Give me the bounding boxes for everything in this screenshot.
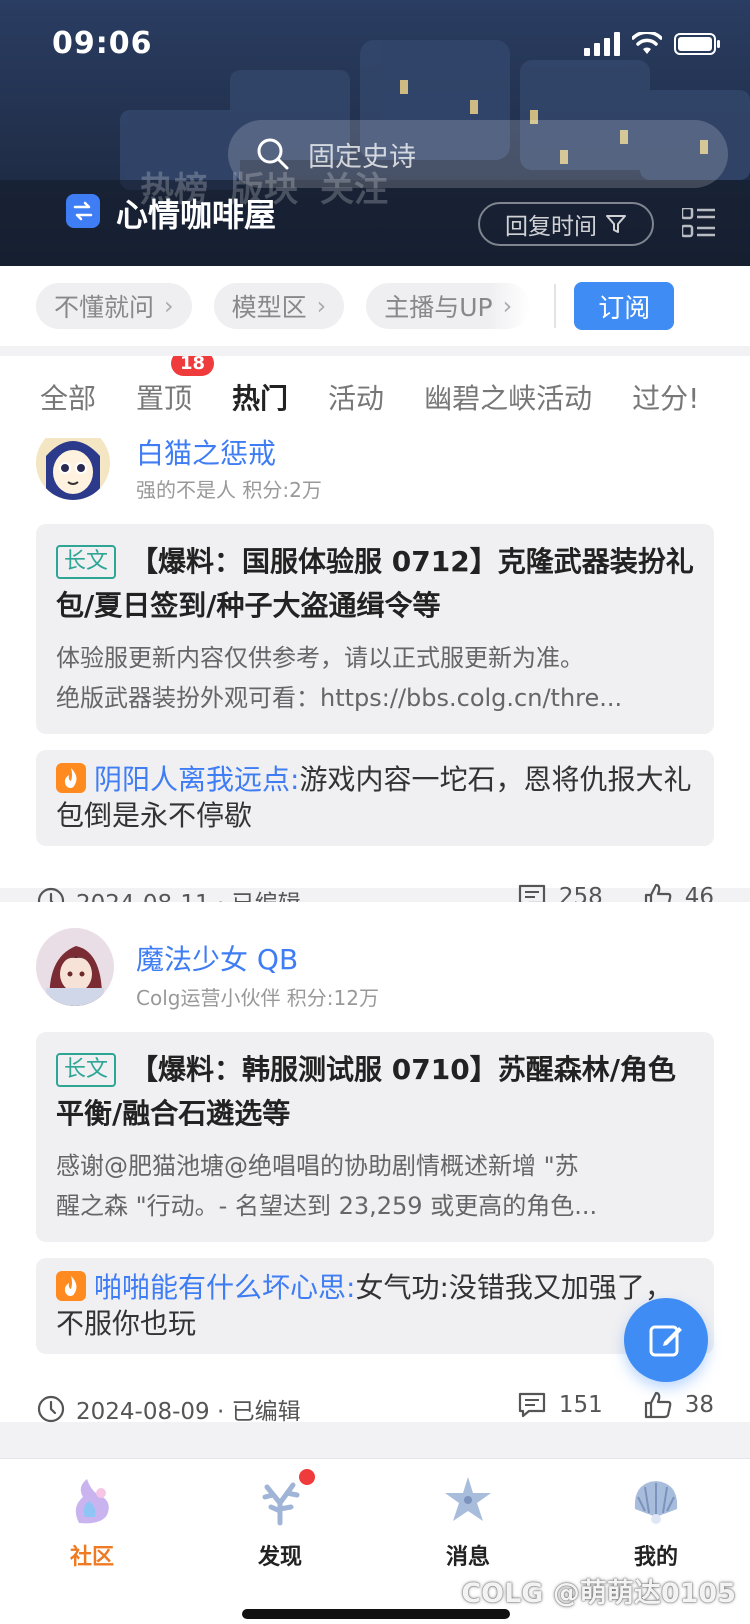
tab-all[interactable]: 全部 — [40, 377, 96, 417]
post-summary: 体验服更新内容仅供参考，请以正式服更新为准。 绝版武器装扮外观可看：https:… — [56, 638, 694, 718]
avatar[interactable] — [36, 928, 114, 1006]
nav-label: 消息 — [445, 1545, 490, 1570]
status-time: 09:06 — [52, 26, 153, 61]
chevron-right-icon: › — [316, 292, 327, 320]
avatar[interactable] — [36, 438, 110, 500]
post-title-text: 【爆料：韩服测试服 0710】苏醒森林/角色平衡/融合石遴选等 — [56, 1053, 676, 1130]
community-icon — [65, 1473, 119, 1527]
post-date: 2024-08-09 · 已编辑 — [76, 1399, 301, 1425]
hot-comment-user[interactable]: 阴阳人离我远点: — [94, 763, 299, 796]
forum-name[interactable]: 心情咖啡屋 — [116, 190, 276, 236]
shell-icon — [629, 1473, 683, 1527]
nav-discover[interactable]: 发现 — [220, 1469, 340, 1571]
chip-label: 模型区 — [231, 293, 307, 322]
post-author: 魔法少女 QB Colg运营小伙伴 积分:12万 — [36, 902, 714, 1010]
post-summary: 感谢@肥猫池塘@绝唱唱的协助剧情概述新增 "苏 醒之森 "行动。- 名望达到 2… — [56, 1146, 694, 1226]
author-title-points: Colg运营小伙伴 积分:12万 — [136, 986, 379, 1010]
author-title-points: 强的不是人 积分:2万 — [136, 478, 322, 502]
post-content[interactable]: 长文 【爆料：国服体验服 0712】克隆武器装扮礼包/夏日签到/种子大盗通缉令等 … — [36, 524, 714, 734]
post-summary-line: 绝版武器装扮外观可看：https://bbs.colg.cn/thre... — [56, 684, 623, 712]
like-button[interactable]: 38 — [643, 1390, 714, 1420]
post-author: 白猫之惩戒 强的不是人 积分:2万 — [36, 438, 714, 502]
comment-icon — [518, 1392, 545, 1418]
tab-pinned[interactable]: 置顶 18 — [136, 356, 215, 417]
forum-header: 09:06 热榜 版块 关注 固定史诗 心情咖啡屋 回复时间 — [0, 0, 750, 266]
status-icons — [584, 32, 722, 56]
tab-label: 置顶 — [136, 382, 193, 415]
switch-forum-icon[interactable] — [66, 194, 100, 228]
post-meta: 2024-08-09 · 已编辑 151 38 — [36, 1368, 714, 1448]
nav-community[interactable]: 社区 — [32, 1473, 152, 1571]
tab-hot[interactable]: 热门 — [232, 377, 288, 417]
hot-comment[interactable]: 啪啪能有什么坏心思:女气功:没错我又加强了，不服你也玩 — [36, 1258, 714, 1354]
comment-count-button[interactable]: 151 — [517, 1391, 603, 1419]
chip-label: 不懂就问 — [54, 293, 155, 322]
chip-label: 主播与UP — [384, 293, 493, 322]
home-indicator[interactable] — [242, 1609, 510, 1619]
post-title: 长文 【爆料：国服体验服 0712】克隆武器装扮礼包/夏日签到/种子大盗通缉令等 — [56, 540, 694, 628]
post-content[interactable]: 长文 【爆料：韩服测试服 0710】苏醒森林/角色平衡/融合石遴选等 感谢@肥猫池… — [36, 1032, 714, 1242]
chevron-right-icon: › — [502, 292, 513, 320]
post-title: 长文 【爆料：韩服测试服 0710】苏醒森林/角色平衡/融合石遴选等 — [56, 1048, 694, 1136]
hot-comment-user[interactable]: 啪啪能有什么坏心思: — [94, 1271, 355, 1304]
search-icon — [257, 138, 289, 170]
clock-icon — [37, 1395, 65, 1423]
tab-excessive[interactable]: 过分! — [632, 377, 699, 417]
signal-icon — [584, 32, 620, 56]
chip-models[interactable]: 模型区 › — [213, 283, 345, 329]
sort-filter-button[interactable]: 回复时间 — [478, 202, 654, 246]
subscribe-button[interactable]: 订阅 — [574, 282, 675, 330]
nav-label: 我的 — [633, 1545, 678, 1570]
search-input[interactable]: 固定史诗 — [228, 120, 728, 188]
edit-icon — [649, 1325, 682, 1357]
chip-streamers[interactable]: 主播与UP › — [366, 283, 531, 329]
nav-label: 发现 — [257, 1545, 302, 1570]
battery-icon — [674, 33, 720, 55]
author-name[interactable]: 魔法少女 QB — [136, 938, 298, 978]
post-filter-tabs: 全部 置顶 18 热门 活动 幽碧之峡活动 过分! — [0, 356, 750, 438]
bottom-navigation: 社区 发现 消息 我的 COLG @萌萌达0105 — [0, 1458, 750, 1624]
chip-ask[interactable]: 不懂就问 › — [36, 283, 192, 329]
nav-profile[interactable]: 我的 — [596, 1473, 716, 1571]
fire-icon — [56, 763, 86, 793]
like-count: 38 — [684, 1392, 714, 1418]
filter-icon — [606, 215, 626, 233]
compose-post-button[interactable] — [624, 1298, 708, 1382]
author-name[interactable]: 白猫之惩戒 — [136, 438, 276, 472]
notification-dot — [299, 1469, 315, 1485]
post-summary-line: 醒之森 "行动。- 名望达到 23,259 或更高的角色... — [56, 1192, 598, 1220]
tab-events[interactable]: 活动 — [328, 377, 384, 417]
starfish-icon — [441, 1473, 495, 1527]
category-chips-bar: 不懂就问 › 模型区 › 主播与UP › 订阅 — [0, 266, 750, 346]
comment-count: 151 — [558, 1392, 603, 1418]
watermark: COLG @萌萌达0105 — [461, 1578, 736, 1609]
nav-label: 社区 — [69, 1545, 114, 1570]
long-article-tag: 长文 — [56, 1053, 117, 1087]
divider — [554, 284, 557, 328]
nav-messages[interactable]: 消息 — [408, 1473, 528, 1571]
search-placeholder: 固定史诗 — [308, 141, 416, 173]
chevron-right-icon: › — [164, 292, 174, 320]
sort-label: 回复时间 — [505, 214, 597, 240]
post-summary-line: 体验服更新内容仅供参考，请以正式服更新为准。 — [56, 644, 584, 672]
wifi-icon — [632, 32, 662, 54]
post-card[interactable]: 白猫之惩戒 强的不是人 积分:2万 长文 【爆料：国服体验服 0712】克隆武器装… — [0, 438, 750, 917]
hot-comment[interactable]: 阴阳人离我远点:游戏内容一坨石，恩将仇报大礼包倒是永不停歇 — [36, 750, 714, 846]
tab-event-special[interactable]: 幽碧之峡活动 — [424, 377, 592, 417]
post-title-text: 【爆料：国服体验服 0712】克隆武器装扮礼包/夏日签到/种子大盗通缉令等 — [56, 545, 694, 622]
thumbs-up-icon — [644, 1391, 672, 1419]
pinned-count-badge: 18 — [170, 356, 215, 376]
post-summary-line: 感谢@肥猫池塘@绝唱唱的协助剧情概述新增 "苏 — [56, 1152, 579, 1180]
post-feed: 白猫之惩戒 强的不是人 积分:2万 长文 【爆料：国服体验服 0712】克隆武器装… — [0, 438, 750, 1458]
fire-icon — [56, 1271, 86, 1301]
coral-icon — [253, 1469, 315, 1527]
list-view-icon[interactable] — [682, 208, 716, 238]
long-article-tag: 长文 — [56, 545, 117, 579]
